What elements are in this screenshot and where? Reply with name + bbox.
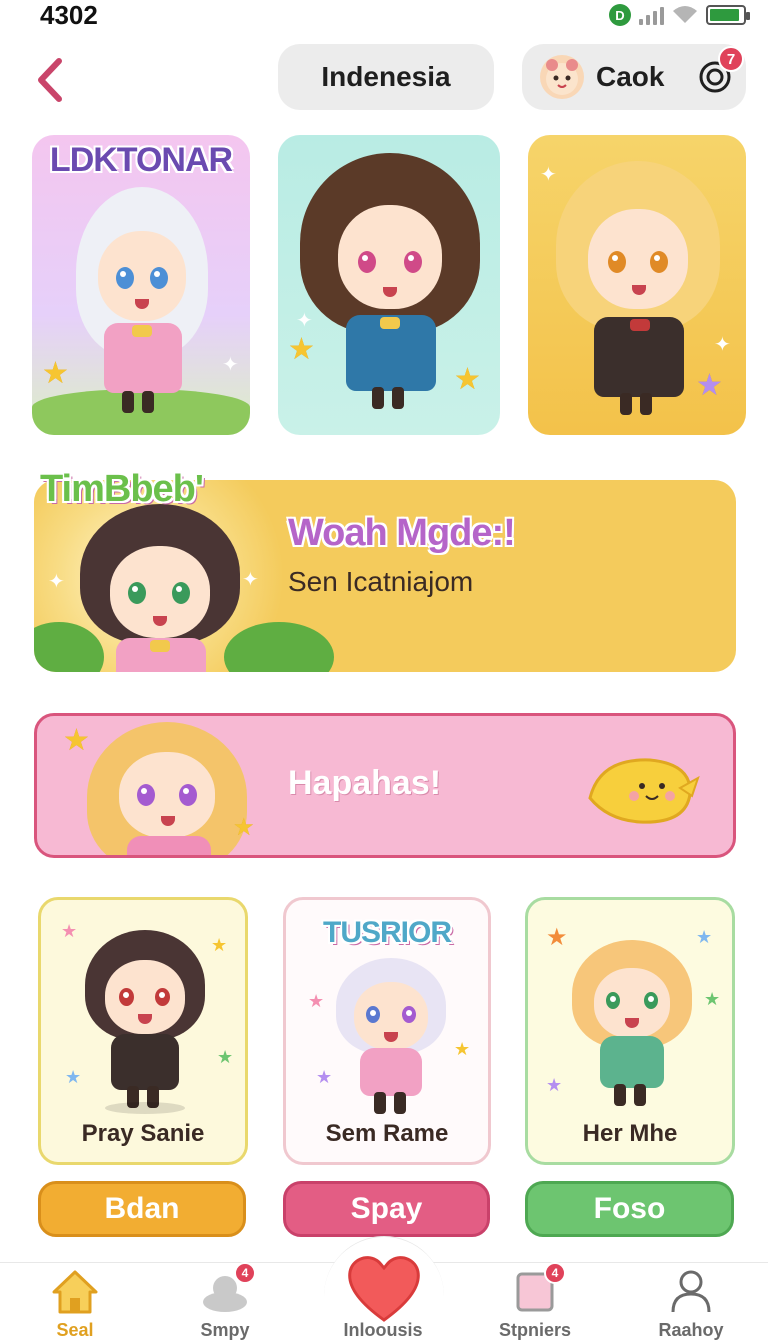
cloud-icon: 4: [200, 1262, 256, 1314]
star-icon: ★: [696, 369, 723, 402]
character-card-3[interactable]: ✦ ✦ ★: [528, 135, 746, 435]
home-icon: [52, 1270, 98, 1314]
sparkle-icon: ✦: [540, 164, 557, 186]
action-button-1[interactable]: Bdan: [38, 1181, 246, 1237]
confetti: ★: [454, 1039, 471, 1059]
nav-badge: 4: [234, 1262, 256, 1284]
character-art: [80, 504, 240, 672]
notification-badge: 7: [718, 46, 744, 72]
tile-name: Sem Rame: [325, 1120, 449, 1147]
carrier-icon: D: [609, 4, 631, 26]
tile-name: Her Mhe: [582, 1120, 678, 1147]
confetti: ★: [65, 1067, 82, 1087]
star-icon: ★: [288, 333, 315, 366]
language-selector[interactable]: Indenesia: [278, 44, 494, 110]
star-icon: ★: [63, 724, 90, 757]
confetti: ★: [211, 935, 228, 955]
star-icon: ★: [42, 357, 69, 390]
nav-item-cards[interactable]: 4 Stpniers: [480, 1262, 590, 1344]
confetti: ★: [217, 1047, 234, 1067]
tile-name: Pray Sanie: [81, 1120, 205, 1147]
character-tile-1[interactable]: ★ ★ ★ ★ Pray Sanie: [38, 897, 248, 1165]
sparkle-icon: ✦: [48, 571, 65, 593]
profile-icon: [671, 1270, 711, 1313]
card-title: LDKTONAR: [49, 141, 233, 179]
nav-item-favorites[interactable]: Inloousis: [328, 1268, 438, 1344]
confetti: ★: [61, 921, 78, 941]
user-name: Caok: [596, 61, 665, 92]
language-label: Indenesia: [321, 61, 451, 92]
nav-badge: 4: [544, 1262, 566, 1284]
character-card-2[interactable]: ★ ★ ✦: [278, 135, 500, 435]
nav-item-cloud[interactable]: 4 Smpy: [170, 1262, 280, 1344]
character-art: [572, 940, 692, 1110]
status-bar: 4302 D: [0, 0, 768, 34]
nav-item-home[interactable]: Seal: [20, 1268, 130, 1344]
character-art: [336, 958, 446, 1114]
wifi-icon: [673, 6, 697, 23]
promo-text: Hapahas!: [288, 764, 442, 802]
character-card-1[interactable]: LDKTONAR ★ ✦: [32, 135, 250, 435]
confetti: ★: [704, 989, 721, 1009]
nav-item-profile[interactable]: Raahoy: [636, 1268, 746, 1344]
status-icons: D: [609, 4, 750, 26]
battery-icon: [706, 5, 750, 25]
confetti: ★: [316, 1067, 333, 1087]
confetti: ★: [308, 991, 325, 1011]
confetti: ★: [696, 927, 713, 947]
nav-label: Seal: [56, 1320, 94, 1340]
action-button-2[interactable]: Spay: [283, 1181, 490, 1237]
sparkle-icon: ✦: [242, 569, 259, 591]
nav-label: Inloousis: [343, 1320, 423, 1340]
back-button[interactable]: [30, 56, 70, 104]
user-avatar: [540, 55, 584, 99]
status-time: 4302: [40, 0, 98, 30]
banner-subtext: Sen Icatniajom: [288, 566, 474, 597]
character-art: [300, 147, 480, 427]
tile-title: TUSRIOR: [323, 916, 452, 949]
character-art: [87, 722, 247, 855]
character-tile-3[interactable]: ★ ★ ★ ★ Her Mhe: [525, 897, 735, 1165]
banner-tag: TimBbeb': [40, 468, 204, 510]
card-icon: 4: [510, 1262, 566, 1314]
confetti: ★: [546, 924, 568, 951]
sparkle-icon: ✦: [222, 354, 239, 376]
character-tile-2[interactable]: TUSRIOR ★ ★ ★ Sem Rame: [283, 897, 491, 1165]
mascot-icon: [588, 758, 700, 824]
character-art: [85, 930, 205, 1114]
chevron-left-icon: [38, 58, 62, 102]
banner-heading: Woah Mgde:!: [288, 512, 516, 554]
sparkle-icon: ✦: [714, 334, 731, 356]
action-button-3[interactable]: Foso: [525, 1181, 734, 1237]
nav-label: Smpy: [200, 1320, 250, 1340]
star-icon: ★: [454, 363, 481, 396]
user-chip[interactable]: Caok 7: [522, 44, 746, 110]
nav-label: Raahoy: [658, 1320, 724, 1340]
sparkle-icon: ✦: [296, 310, 313, 332]
star-icon: ★: [233, 814, 255, 841]
signal-icon: [639, 5, 664, 25]
nav-label: Stpniers: [498, 1320, 572, 1340]
confetti: ★: [546, 1075, 563, 1095]
character-art: [76, 187, 208, 427]
